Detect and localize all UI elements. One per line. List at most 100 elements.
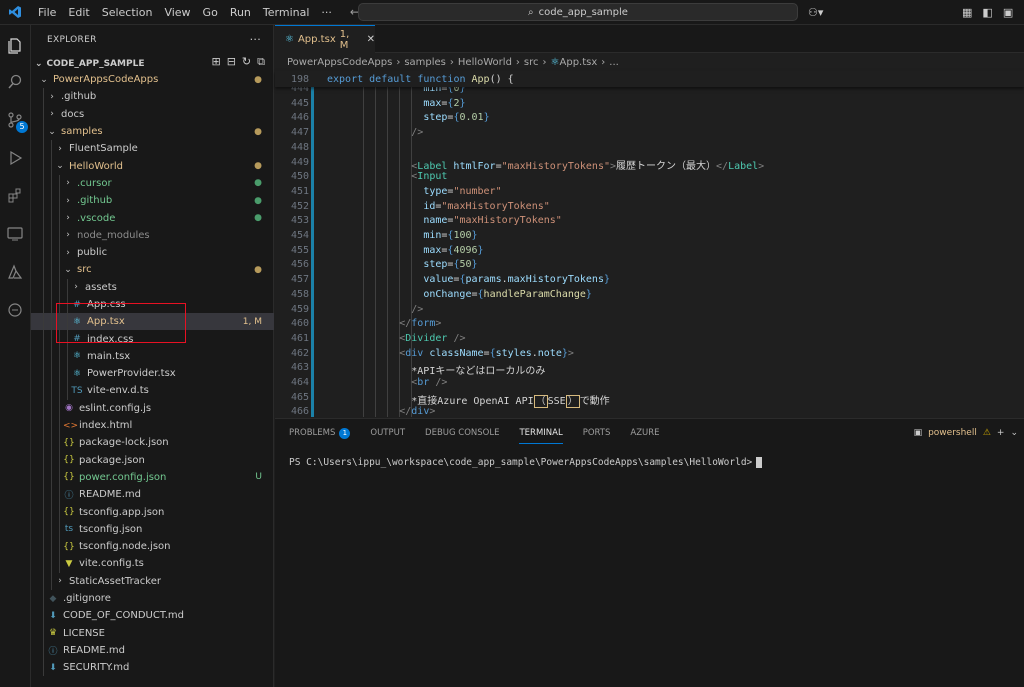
copilot-chat-icon[interactable] xyxy=(4,299,26,321)
tree-file[interactable]: ⓘ README.md xyxy=(31,486,274,504)
panel-tab-ports[interactable]: PORTS xyxy=(583,419,611,447)
tree-file[interactable]: ♛ LICENSE xyxy=(31,624,274,642)
menu-item[interactable]: File xyxy=(32,0,62,25)
code-editor[interactable]: 444 min={0} 445 max={2} 446 step={0.01} 447 /> 4… xyxy=(275,87,1024,417)
tree-file[interactable]: ⚛ PowerProvider.tsx xyxy=(31,365,274,383)
tree-file[interactable]: ⬇ CODE_OF_CONDUCT.md xyxy=(31,607,274,625)
panel-tab-terminal[interactable]: TERMINAL xyxy=(519,419,563,447)
tree-file[interactable]: ◆ .gitignore xyxy=(31,589,274,608)
explorer-icon[interactable] xyxy=(4,35,26,57)
tab-app-tsx[interactable]: ⚛ App.tsx 1, M ✕ xyxy=(275,25,375,53)
terminal-output[interactable]: PS C:\Users\ippu_\workspace\code_app_sam… xyxy=(289,457,763,468)
breadcrumb-item[interactable]: src xyxy=(524,57,539,68)
chevron-right-icon: › xyxy=(66,230,70,241)
panel-tab-problems[interactable]: PROBLEMS 1 xyxy=(289,419,351,447)
panel-tab-debug-console[interactable]: DEBUG CONSOLE xyxy=(425,419,499,447)
search-view-icon[interactable] xyxy=(4,71,26,93)
tree-item-label: StaticAssetTracker xyxy=(69,575,162,587)
tree-file[interactable]: ▼ vite.config.ts xyxy=(31,555,274,573)
tree-folder[interactable]: › .vscode ● xyxy=(31,209,274,227)
new-folder-icon[interactable]: ⊟ xyxy=(227,55,236,69)
menu-item[interactable]: Edit xyxy=(62,0,95,25)
menu-item[interactable]: Run xyxy=(224,0,257,25)
tree-folder[interactable]: › docs xyxy=(31,105,274,123)
run-debug-icon[interactable] xyxy=(4,147,26,169)
command-center-search[interactable]: ⌕ code_app_sample xyxy=(358,3,798,21)
tree-item-label: tsconfig.json xyxy=(79,523,143,535)
breadcrumb-item[interactable]: ... xyxy=(609,57,619,68)
source-control-icon[interactable]: 5 xyxy=(4,109,28,133)
sticky-scroll[interactable]: 198 export default function App() { xyxy=(275,71,1024,87)
breadcrumb-item[interactable]: App.tsx xyxy=(560,57,598,68)
azure-icon[interactable] xyxy=(4,261,26,283)
tree-folder[interactable]: ⌄ src ● xyxy=(31,261,274,279)
problems-count-badge: 1 xyxy=(339,427,351,439)
tree-file[interactable]: ◉ eslint.config.js xyxy=(31,399,274,417)
refresh-icon[interactable]: ↻ xyxy=(242,55,251,69)
new-terminal-icon[interactable]: + xyxy=(997,428,1005,438)
menu-item[interactable]: Go xyxy=(197,0,224,25)
more-actions-icon[interactable]: ··· xyxy=(250,33,261,46)
tree-folder[interactable]: ⌄ samples ● xyxy=(31,122,274,141)
menu-item[interactable]: ··· xyxy=(315,0,338,25)
chevron-down-icon: ⌄ xyxy=(48,126,56,137)
collapse-all-icon[interactable]: ⧉ xyxy=(257,55,265,69)
line-number: 461 xyxy=(290,332,309,344)
menu-item[interactable]: Terminal xyxy=(257,0,316,25)
explorer-actions: ⊞ ⊟ ↻ ⧉ xyxy=(211,55,265,69)
tree-folder[interactable]: › public xyxy=(31,243,274,262)
tree-file[interactable]: {} package-lock.json xyxy=(31,434,274,452)
extensions-icon[interactable] xyxy=(4,185,26,207)
panel-tab-output[interactable]: OUTPUT xyxy=(370,419,405,447)
tree-file[interactable]: {} tsconfig.node.json xyxy=(31,538,274,556)
indent-guide xyxy=(43,468,44,487)
panel-tab-azure[interactable]: AZURE xyxy=(630,419,659,447)
breadcrumb-item[interactable]: HelloWorld xyxy=(458,57,512,68)
tree-folder[interactable]: › assets xyxy=(31,278,274,296)
indent-guide xyxy=(59,399,60,417)
close-icon[interactable]: ✕ xyxy=(367,34,375,45)
explorer-header: EXPLORER ··· xyxy=(31,25,273,55)
tree-folder[interactable]: › StaticAssetTracker xyxy=(31,572,274,590)
tree-folder[interactable]: › .cursor ● xyxy=(31,174,274,193)
layout-customize-icon[interactable]: ▦ xyxy=(962,6,972,19)
indent-guide xyxy=(51,468,52,487)
indent-guide xyxy=(51,313,52,331)
menu-item[interactable]: View xyxy=(158,0,196,25)
tree-file[interactable]: {} tsconfig.app.json xyxy=(31,503,274,521)
terminal-shell-name[interactable]: powershell xyxy=(928,428,977,438)
code-token: 50 xyxy=(459,259,472,271)
code-token: } xyxy=(477,244,484,256)
toggle-sidebar-icon[interactable]: ◧ xyxy=(982,6,992,19)
tree-file[interactable]: <> index.html xyxy=(31,416,274,435)
tree-folder[interactable]: › .github ● xyxy=(31,192,274,210)
tree-folder[interactable]: ⌄ HelloWorld ● xyxy=(31,157,274,175)
remote-explorer-icon[interactable] xyxy=(4,223,26,245)
tree-file[interactable]: ⚛ main.tsx xyxy=(31,347,274,366)
breadcrumb-item[interactable]: samples xyxy=(404,57,446,68)
tree-item-label: README.md xyxy=(63,644,126,656)
tree-file[interactable]: TS vite-env.d.ts xyxy=(31,382,274,400)
tree-folder[interactable]: › FluentSample xyxy=(31,140,274,158)
chevron-down-icon[interactable]: ⌄ xyxy=(1010,428,1018,438)
tree-item-label: .github xyxy=(77,195,113,207)
tree-file[interactable]: ts tsconfig.json xyxy=(31,520,274,539)
line-number: 447 xyxy=(290,127,309,139)
tree-file[interactable]: {} power.config.json U xyxy=(31,468,274,487)
new-file-icon[interactable]: ⊞ xyxy=(211,55,220,69)
tree-file[interactable]: {} package.json xyxy=(31,451,274,469)
tree-folder[interactable]: ⌄ PowerAppsCodeApps ● xyxy=(31,71,274,88)
copilot-icon[interactable]: ⚇▾ xyxy=(808,0,823,25)
tree-file[interactable]: ⬇ SECURITY.md xyxy=(31,659,274,677)
line-number: 452 xyxy=(290,200,309,212)
tree-folder[interactable]: › node_modules xyxy=(31,226,274,244)
tree-file[interactable]: ⓘ README.md xyxy=(31,641,274,660)
tree-item-label: node_modules xyxy=(77,229,150,241)
tree-folder[interactable]: › .github xyxy=(31,88,274,106)
code-token: "maxHistoryTokens" xyxy=(453,215,562,227)
line-number: 450 xyxy=(290,171,309,183)
breadcrumb-item[interactable]: PowerAppsCodeApps xyxy=(287,57,392,68)
toggle-panel-icon[interactable]: ▣ xyxy=(1003,6,1013,19)
menu-item[interactable]: Selection xyxy=(96,0,159,25)
indent-guide xyxy=(67,365,68,383)
